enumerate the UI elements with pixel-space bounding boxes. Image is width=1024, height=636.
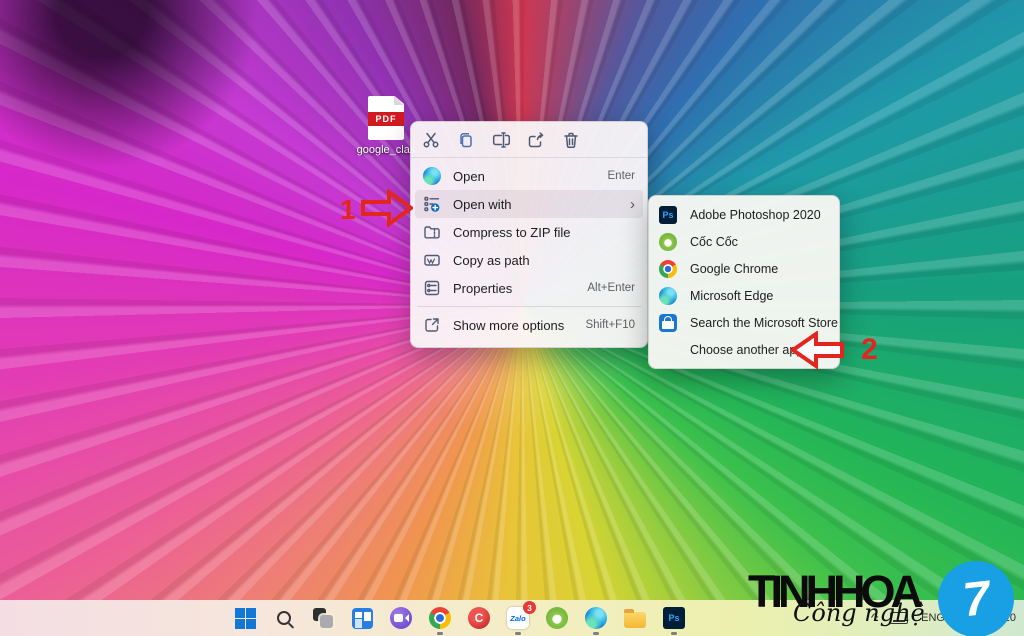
submenu-chevron-icon: › <box>630 197 635 212</box>
menu-item-copy-path-label: Copy as path <box>453 253 627 268</box>
share-icon[interactable] <box>526 130 546 150</box>
desktop-file-label: google_clas <box>355 144 417 156</box>
empty-icon-slot <box>659 341 677 359</box>
task-view-button[interactable] <box>311 606 335 630</box>
coccoc-icon <box>659 233 677 251</box>
properties-icon <box>423 279 441 297</box>
submenu-item-chrome[interactable]: Google Chrome <box>653 255 835 282</box>
menu-item-open-label: Open <box>453 169 600 184</box>
widgets-icon <box>352 608 373 629</box>
photoshop-icon: Ps <box>659 206 677 224</box>
taskbar-edge[interactable] <box>584 606 608 630</box>
menu-item-properties-label: Properties <box>453 281 579 296</box>
delete-icon[interactable] <box>561 130 581 150</box>
watermark-badge-circle: 7 <box>938 561 1014 636</box>
running-indicator <box>515 632 521 635</box>
running-indicator <box>671 632 677 635</box>
pdf-file-icon: PDF <box>368 96 404 140</box>
task-view-icon <box>313 608 333 628</box>
submenu-item-photoshop[interactable]: Ps Adobe Photoshop 2020 <box>653 201 835 228</box>
context-menu-toolbar <box>411 122 647 158</box>
taskbar-chrome[interactable] <box>428 606 452 630</box>
photoshop-icon: Ps <box>663 607 685 629</box>
taskbar-file-explorer[interactable] <box>623 606 647 630</box>
watermark-subtitle: Công nghệ <box>793 599 925 627</box>
menu-item-open[interactable]: Open Enter <box>415 162 643 190</box>
menu-item-open-shortcut: Enter <box>608 170 636 182</box>
running-indicator <box>593 632 599 635</box>
edge-icon <box>423 167 441 185</box>
chat-camera-icon <box>390 607 412 629</box>
microsoft-store-icon <box>659 314 677 332</box>
desktop: PDF google_clas <box>0 0 1024 636</box>
menu-item-compress-zip[interactable]: Compress to ZIP file <box>415 218 643 246</box>
zip-folder-icon <box>423 223 441 241</box>
taskbar-coccoc[interactable] <box>545 606 569 630</box>
edge-icon <box>659 287 677 305</box>
submenu-item-chrome-label: Google Chrome <box>690 262 778 276</box>
coccoc-icon <box>546 607 568 629</box>
taskbar-ccleaner[interactable]: C <box>467 606 491 630</box>
annotation-arrow-left-icon <box>790 331 844 374</box>
menu-item-properties[interactable]: Properties Alt+Enter <box>415 274 643 302</box>
search-button[interactable] <box>272 606 296 630</box>
cut-icon[interactable] <box>421 130 441 150</box>
copy-icon[interactable] <box>456 130 476 150</box>
submenu-item-coccoc-label: Cốc Cốc <box>690 235 738 249</box>
menu-item-properties-shortcut: Alt+Enter <box>587 282 635 294</box>
search-icon <box>277 611 291 625</box>
watermark-badge-number: 7 <box>960 570 992 627</box>
start-button[interactable] <box>233 606 257 630</box>
submenu-item-store-label: Search the Microsoft Store <box>690 316 838 330</box>
annotation-step-2: 2 <box>861 333 878 367</box>
submenu-item-photoshop-label: Adobe Photoshop 2020 <box>690 208 821 222</box>
menu-item-open-with-label: Open with <box>453 197 630 212</box>
menu-separator <box>417 306 641 307</box>
chat-button[interactable] <box>389 606 413 630</box>
submenu-item-edge[interactable]: Microsoft Edge <box>653 282 835 309</box>
zalo-notification-badge: 3 <box>523 601 536 614</box>
taskbar-zalo[interactable]: Zalo 3 <box>506 606 530 630</box>
file-explorer-icon <box>624 612 646 628</box>
menu-item-compress-label: Compress to ZIP file <box>453 225 627 240</box>
taskbar-center-icons: C Zalo 3 Ps <box>233 600 686 636</box>
menu-item-show-more-options[interactable]: Show more options Shift+F10 <box>415 311 643 339</box>
submenu-item-coccoc[interactable]: Cốc Cốc <box>653 228 835 255</box>
submenu-item-edge-label: Microsoft Edge <box>690 289 773 303</box>
context-menu: Open Enter Open wi <box>410 121 648 348</box>
menu-item-open-with[interactable]: Open with › <box>415 190 643 218</box>
edge-icon <box>585 607 607 629</box>
annotation-arrow-right-icon <box>361 189 413 232</box>
menu-item-copy-as-path[interactable]: Copy as path <box>415 246 643 274</box>
pdf-fold-corner <box>394 96 404 105</box>
copy-path-icon <box>423 251 441 269</box>
menu-item-show-more-shortcut: Shift+F10 <box>585 319 635 331</box>
zalo-logo-text: Zalo <box>510 614 525 623</box>
chrome-icon <box>429 607 451 629</box>
chrome-icon <box>659 260 677 278</box>
ccleaner-icon: C <box>468 607 490 629</box>
running-indicator <box>437 632 443 635</box>
rename-icon[interactable] <box>491 130 511 150</box>
widgets-button[interactable] <box>350 606 374 630</box>
show-more-icon <box>423 316 441 334</box>
menu-item-show-more-label: Show more options <box>453 318 577 333</box>
desktop-file-pdf[interactable]: PDF google_clas <box>355 96 417 156</box>
submenu-item-choose-label: Choose another app <box>690 343 803 357</box>
taskbar-photoshop[interactable]: Ps <box>662 606 686 630</box>
open-with-icon <box>423 195 441 213</box>
windows-logo-icon <box>235 608 256 629</box>
pdf-badge: PDF <box>365 112 407 126</box>
annotation-step-1: 1 <box>340 194 356 226</box>
